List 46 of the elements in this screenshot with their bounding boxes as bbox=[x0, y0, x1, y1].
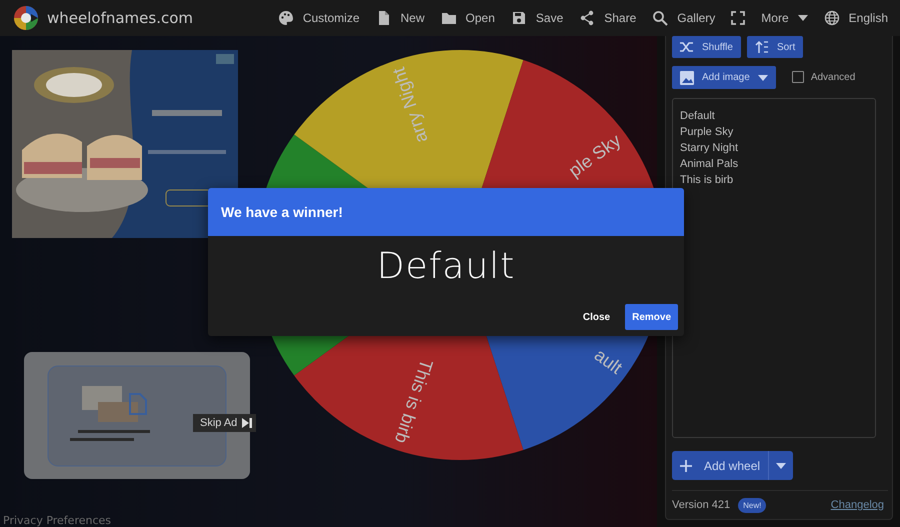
search-icon bbox=[652, 10, 668, 26]
close-button[interactable]: Close bbox=[576, 304, 618, 330]
wheel-label: arry Night bbox=[388, 64, 432, 146]
menu-item[interactable]: Share bbox=[573, 6, 642, 30]
plus-icon bbox=[680, 460, 692, 472]
menu-item[interactable]: English bbox=[818, 6, 894, 30]
entry-line: Default bbox=[680, 109, 716, 124]
menu-item[interactable]: Gallery bbox=[646, 6, 722, 30]
menu-item[interactable]: Open bbox=[434, 6, 501, 30]
toolbar-button[interactable]: Shuffle bbox=[672, 36, 741, 58]
remove-button[interactable]: Remove bbox=[625, 304, 678, 330]
menu-item[interactable]: New bbox=[370, 6, 431, 30]
toolbar-button[interactable]: Sort bbox=[746, 36, 804, 58]
advanced-checkbox[interactable] bbox=[792, 71, 804, 83]
add-image-button[interactable]: Add image bbox=[672, 66, 776, 89]
entry-line: This is birb bbox=[680, 173, 734, 188]
wheel-label: ple Sky bbox=[565, 130, 625, 181]
skip-ad-button[interactable]: Skip Ad bbox=[193, 414, 256, 432]
version-text: Version 421 bbox=[672, 499, 730, 511]
site-title[interactable]: wheelofnames.com bbox=[47, 9, 194, 27]
logo-icon bbox=[13, 5, 39, 31]
image-icon bbox=[680, 70, 694, 84]
caret-icon bbox=[758, 74, 768, 80]
skip-icon bbox=[242, 418, 252, 428]
sort-icon bbox=[754, 40, 769, 54]
wheel-label: This is birb bbox=[390, 356, 437, 446]
entry-line: Animal Pals bbox=[680, 157, 740, 172]
checkbox-label: Advanced bbox=[810, 72, 856, 82]
globe-icon bbox=[824, 10, 840, 26]
entry-line: Starry Night bbox=[680, 141, 740, 156]
palette-icon bbox=[278, 10, 294, 26]
share-icon bbox=[579, 10, 596, 26]
caret-icon bbox=[776, 462, 786, 468]
wheel-label: ault bbox=[590, 344, 626, 378]
shuffle-icon bbox=[680, 41, 694, 53]
caret-icon bbox=[798, 15, 808, 21]
winner-name: Default bbox=[376, 246, 516, 287]
new-badge: New! bbox=[738, 498, 766, 512]
menu-item[interactable]: Customize bbox=[272, 6, 366, 30]
add-wheel-button[interactable]: Add wheel bbox=[672, 451, 770, 480]
changelog-link[interactable]: Changelog bbox=[830, 499, 884, 511]
menu-item[interactable]: Save bbox=[504, 6, 570, 30]
privacy-preferences-link[interactable]: Privacy Preferences bbox=[3, 514, 112, 527]
entry-line: Purple Sky bbox=[680, 125, 734, 140]
folder-icon bbox=[440, 10, 457, 26]
menu-item[interactable]: More bbox=[755, 7, 814, 29]
